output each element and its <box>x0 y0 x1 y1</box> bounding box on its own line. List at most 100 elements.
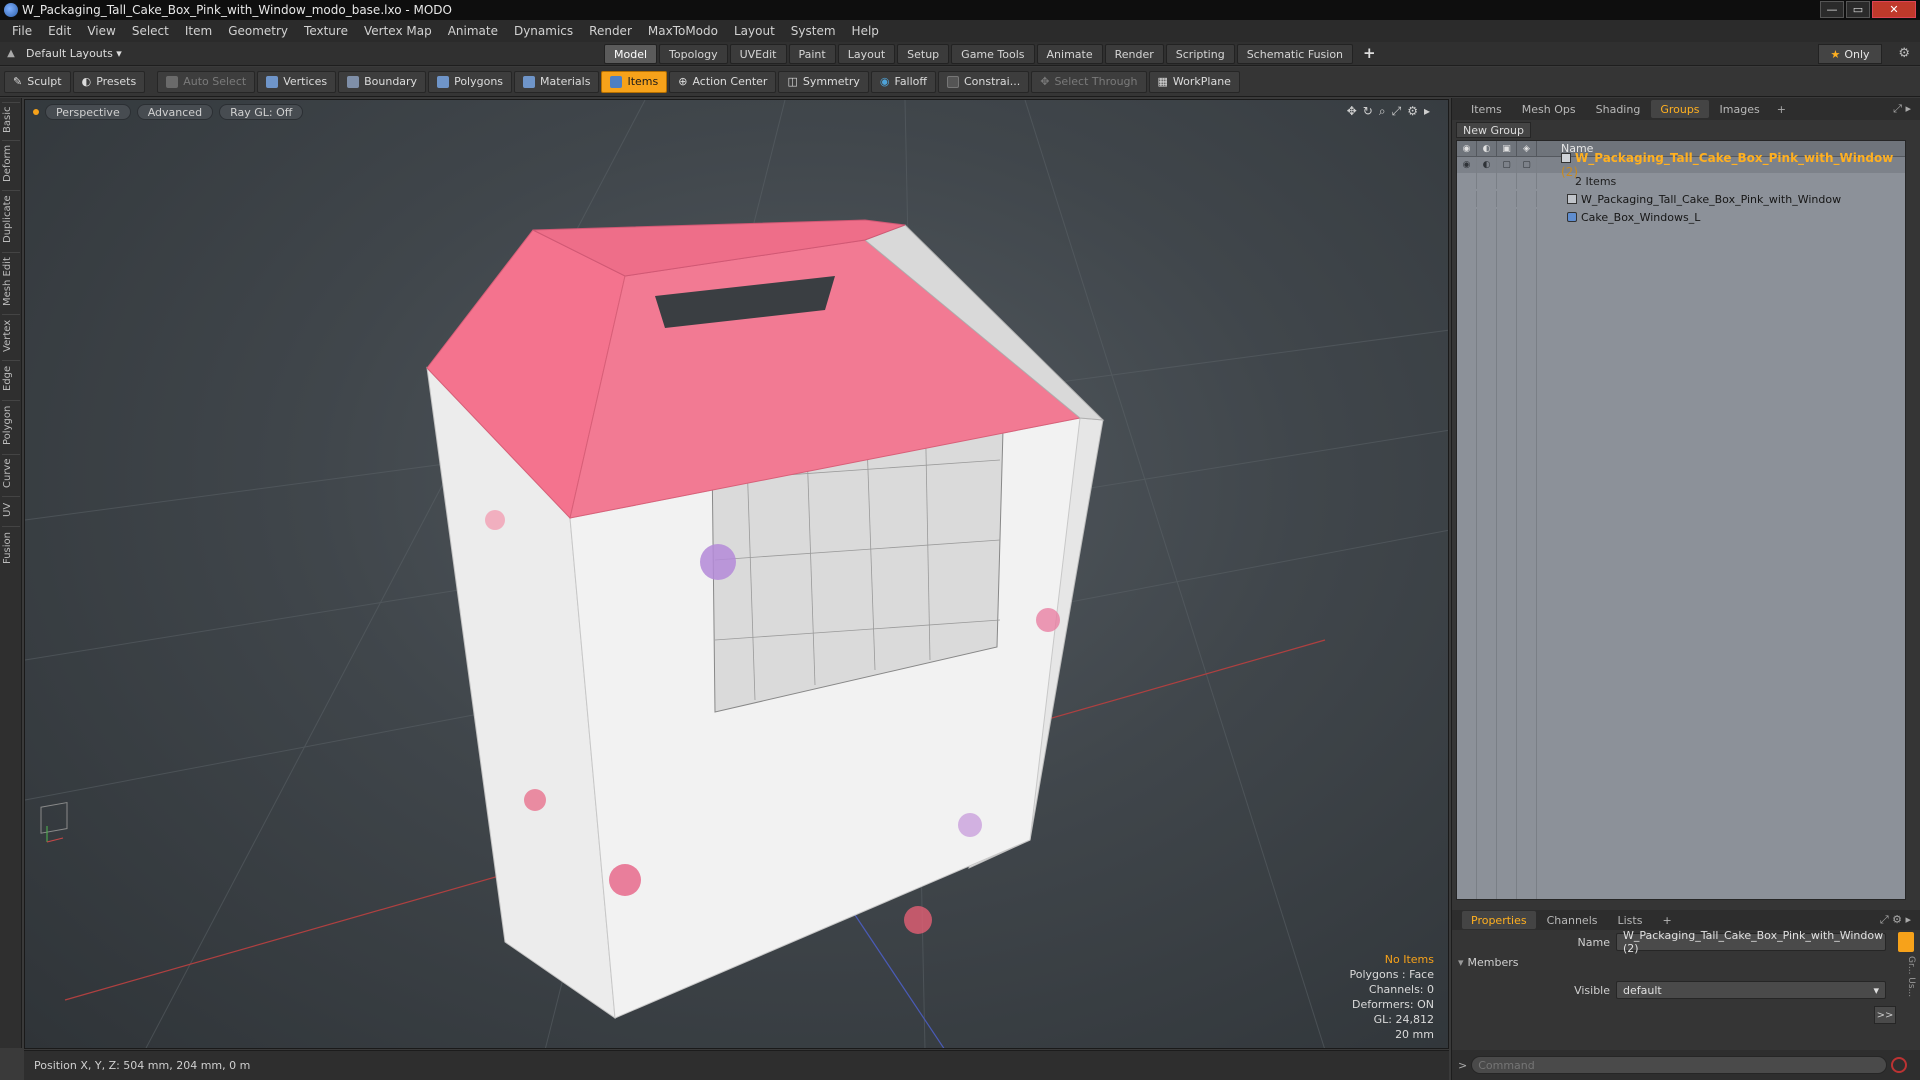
sculpt-button[interactable]: ✎ Sculpt <box>4 70 71 93</box>
new-group-button[interactable]: New Group <box>1456 122 1531 138</box>
render-col-icon[interactable]: ◐ <box>1477 141 1497 157</box>
menu-system[interactable]: System <box>783 24 844 38</box>
menu-geometry[interactable]: Geometry <box>220 24 296 38</box>
tab-mesh-ops[interactable]: Mesh Ops <box>1513 100 1585 118</box>
tab-properties[interactable]: Properties <box>1462 911 1536 929</box>
tab-game-tools[interactable]: Game Tools <box>951 44 1035 64</box>
presets-button[interactable]: ◐ Presets <box>72 70 146 93</box>
visible-dropdown[interactable]: default ▾ <box>1616 981 1886 999</box>
minimize-button[interactable]: — <box>1820 1 1844 18</box>
vtab-fusion[interactable]: Fusion <box>2 526 20 570</box>
panel-expand-icon[interactable]: ⤢ ▸ <box>1893 102 1911 116</box>
tab-animate[interactable]: Animate <box>1036 44 1103 64</box>
list-item[interactable]: W_Packaging_Tall_Cake_Box_Pink_with_Wind… <box>1457 191 1905 207</box>
stop-icon[interactable] <box>1891 1057 1908 1073</box>
vtab-basic[interactable]: Basic <box>2 102 20 136</box>
vtab-polygon[interactable]: Polygon <box>2 400 20 450</box>
menu-edit[interactable]: Edit <box>40 24 79 38</box>
viewport-settings-icon[interactable]: ⚙ <box>1407 104 1418 119</box>
workplane-button[interactable]: ▦ WorkPlane <box>1148 70 1240 93</box>
viewport-menu-dot[interactable] <box>33 109 39 115</box>
menu-file[interactable]: File <box>4 24 40 38</box>
vtab-uv[interactable]: UV <box>2 496 20 522</box>
tab-layout[interactable]: Layout <box>837 44 896 64</box>
menu-view[interactable]: View <box>79 24 123 38</box>
shading-button[interactable]: Advanced <box>136 104 214 120</box>
list-item[interactable]: Cake_Box_Windows_L <box>1457 209 1905 225</box>
constraints-button[interactable]: Constrai... <box>937 70 1030 93</box>
properties-side-tab[interactable] <box>1898 932 1914 952</box>
properties-expand-icon[interactable]: ⤢ ⚙ ▸ <box>1880 913 1911 927</box>
name-field[interactable]: W_Packaging_Tall_Cake_Box_Pink_with_Wind… <box>1616 929 1886 955</box>
group-row[interactable]: ◉ ◐ ▢ ▢ W_Packaging_Tall_Cake_Box_Pink_w… <box>1457 151 1905 179</box>
vertices-button[interactable]: Vertices <box>257 70 337 93</box>
maximize-button[interactable]: ▭ <box>1846 1 1870 18</box>
vtab-mesh-edit[interactable]: Mesh Edit <box>2 252 20 310</box>
add-tab-button[interactable]: + <box>1355 44 1384 64</box>
boundary-button[interactable]: Boundary <box>338 70 427 93</box>
materials-button[interactable]: Materials <box>514 70 600 93</box>
tab-setup[interactable]: Setup <box>897 44 950 64</box>
menu-animate[interactable]: Animate <box>440 24 506 38</box>
select-icon[interactable]: ▢ <box>1517 157 1537 173</box>
tab-topology[interactable]: Topology <box>659 44 728 64</box>
render-icon[interactable]: ◐ <box>1477 157 1497 173</box>
add-panel-tab-button[interactable]: + <box>1771 103 1792 116</box>
tab-items[interactable]: Items <box>1462 100 1511 118</box>
select-through-button[interactable]: ✥ Select Through <box>1031 70 1147 93</box>
rotate-icon[interactable]: ↻ <box>1363 104 1373 119</box>
vtab-curve[interactable]: Curve <box>2 454 20 492</box>
menu-dynamics[interactable]: Dynamics <box>506 24 581 38</box>
vtab-duplicate[interactable]: Duplicate <box>2 190 20 248</box>
symmetry-button[interactable]: ◫ Symmetry <box>778 70 869 93</box>
tab-uvedit[interactable]: UVEdit <box>729 44 787 64</box>
raygl-button[interactable]: Ray GL: Off <box>219 104 304 120</box>
select-col-icon[interactable]: ◈ <box>1517 141 1537 157</box>
tab-groups[interactable]: Groups <box>1651 100 1709 118</box>
polygons-button[interactable]: Polygons <box>428 70 513 93</box>
tab-scripting[interactable]: Scripting <box>1165 44 1235 64</box>
pan-icon[interactable]: ✥ <box>1347 104 1357 119</box>
tab-schematic-fusion[interactable]: Schematic Fusion <box>1236 44 1354 64</box>
menu-layout[interactable]: Layout <box>726 24 783 38</box>
menu-help[interactable]: Help <box>844 24 887 38</box>
auto-select-button[interactable]: Auto Select <box>157 70 256 93</box>
menu-texture[interactable]: Texture <box>296 24 356 38</box>
lock-col-icon[interactable]: ▣ <box>1497 141 1517 157</box>
menu-select[interactable]: Select <box>124 24 177 38</box>
3d-viewport[interactable]: Perspective Advanced Ray GL: Off ✥ ↻ ⌕ ⤢… <box>24 99 1449 1049</box>
perspective-button[interactable]: Perspective <box>45 104 131 120</box>
vtab-edge[interactable]: Edge <box>2 360 20 396</box>
expand-arrow-button[interactable]: >> <box>1874 1006 1896 1024</box>
default-layouts-dropdown[interactable]: Default Layouts ▾ <box>26 47 122 60</box>
zoom-icon[interactable]: ⌕ <box>1379 104 1386 119</box>
tab-shading[interactable]: Shading <box>1587 100 1650 118</box>
only-button[interactable]: ★ Only <box>1818 44 1882 64</box>
tab-model[interactable]: Model <box>604 44 658 64</box>
viewport-expand-icon[interactable]: ▸ <box>1424 104 1430 119</box>
visibility-col-icon[interactable]: ◉ <box>1457 141 1477 157</box>
menu-render[interactable]: Render <box>581 24 640 38</box>
menu-item[interactable]: Item <box>177 24 220 38</box>
items-button[interactable]: Items <box>601 70 668 93</box>
gear-icon[interactable]: ⚙ <box>1898 46 1910 61</box>
tab-render[interactable]: Render <box>1104 44 1164 64</box>
menu-vertex-map[interactable]: Vertex Map <box>356 24 440 38</box>
vtab-deform[interactable]: Deform <box>2 140 20 186</box>
close-button[interactable]: ✕ <box>1872 1 1916 18</box>
tab-channels[interactable]: Channels <box>1538 911 1607 929</box>
members-section[interactable]: ▾ Members <box>1458 956 1519 969</box>
tab-images[interactable]: Images <box>1711 100 1769 118</box>
tab-paint[interactable]: Paint <box>788 44 836 64</box>
tab-lists[interactable]: Lists <box>1609 911 1652 929</box>
layout-menu-icon[interactable]: ▲ <box>0 48 22 59</box>
command-input[interactable] <box>1471 1056 1888 1074</box>
lock-icon[interactable]: ▢ <box>1497 157 1517 173</box>
action-center-button[interactable]: ⊕ Action Center <box>669 70 777 93</box>
eye-icon[interactable]: ◉ <box>1457 157 1477 173</box>
vtab-vertex[interactable]: Vertex <box>2 314 20 356</box>
menu-maxtomodo[interactable]: MaxToModo <box>640 24 726 38</box>
fit-icon[interactable]: ⤢ <box>1392 104 1402 119</box>
falloff-button[interactable]: ◉ Falloff <box>870 70 936 93</box>
add-properties-tab-button[interactable]: + <box>1653 911 1680 929</box>
